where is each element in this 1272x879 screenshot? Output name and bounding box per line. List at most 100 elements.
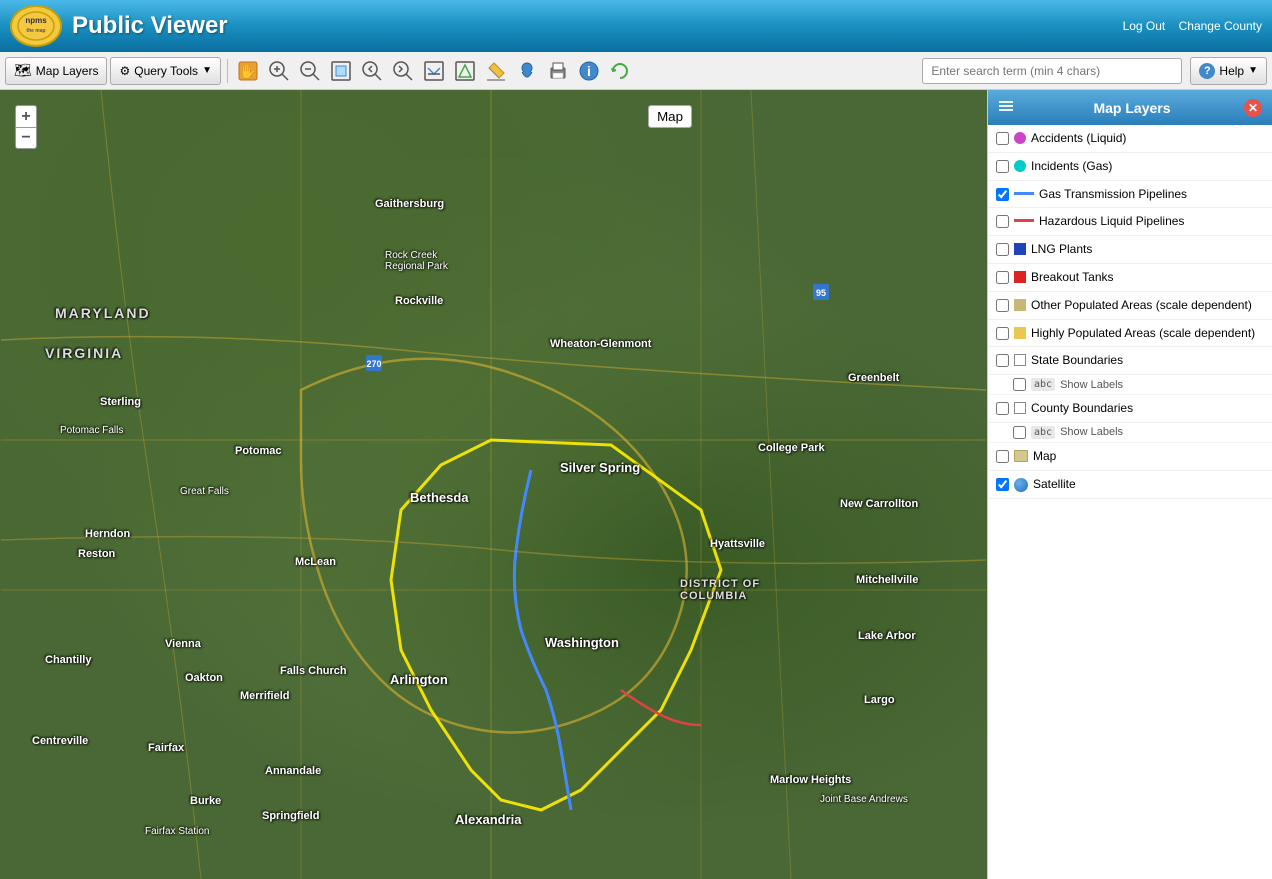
- layer-breakout-tanks-checkbox[interactable]: [996, 271, 1009, 284]
- layer-state-labels-checkbox[interactable]: [1013, 378, 1026, 391]
- header: npms the map Public Viewer Log Out Chang…: [0, 0, 1272, 52]
- layer-liquid-pipelines: Hazardous Liquid Pipelines: [988, 208, 1272, 236]
- map-layers-button[interactable]: 🗺 Map Layers: [5, 57, 107, 85]
- layer-map-label: Map: [1033, 448, 1264, 465]
- layers-panel: Map Layers ✕ Accidents (Liquid) Incident…: [987, 90, 1272, 879]
- layer-highly-populated: Highly Populated Areas (scale dependent): [988, 320, 1272, 348]
- layer-highly-populated-label: Highly Populated Areas (scale dependent): [1031, 325, 1264, 342]
- map-type-map-button[interactable]: Map: [649, 106, 691, 127]
- map-type-toggle: Map: [648, 105, 692, 128]
- print-button[interactable]: [544, 57, 572, 85]
- help-dropdown-icon: ▼: [1248, 65, 1258, 76]
- layer-gas-pipelines-icon: [1014, 192, 1034, 195]
- full-extent-button[interactable]: [327, 57, 355, 85]
- layer-lng-plants-checkbox[interactable]: [996, 243, 1009, 256]
- layer-gas-pipelines: Gas Transmission Pipelines: [988, 181, 1272, 209]
- layer-satellite: Satellite: [988, 471, 1272, 499]
- refresh-button[interactable]: [606, 57, 634, 85]
- separator-1: [227, 59, 228, 83]
- layer-breakout-tanks-icon: [1014, 271, 1026, 283]
- zoom-out-button[interactable]: [296, 57, 324, 85]
- logout-link[interactable]: Log Out: [1123, 19, 1166, 33]
- layer-highly-populated-checkbox[interactable]: [996, 327, 1009, 340]
- help-button[interactable]: ? Help ▼: [1190, 57, 1267, 85]
- layer-breakout-tanks-label: Breakout Tanks: [1031, 269, 1264, 286]
- query-select-button[interactable]: [451, 57, 479, 85]
- layer-state-labels: abc Show Labels: [988, 375, 1272, 395]
- layer-satellite-label: Satellite: [1033, 476, 1264, 493]
- layer-lng-plants: LNG Plants: [988, 236, 1272, 264]
- zoom-out-map-button[interactable]: −: [15, 127, 37, 149]
- layer-incidents-icon: [1014, 160, 1026, 172]
- layer-state-labels-label: Show Labels: [1060, 379, 1123, 391]
- toolbar: 🗺 Map Layers ⚙ Query Tools ▼ ✋: [0, 52, 1272, 90]
- county-labels-abc: abc: [1031, 426, 1055, 439]
- layer-liquid-pipelines-checkbox[interactable]: [996, 215, 1009, 228]
- layer-county-labels-label: Show Labels: [1060, 426, 1123, 438]
- layer-incidents: Incidents (Gas): [988, 153, 1272, 181]
- zoom-next-button[interactable]: [389, 57, 417, 85]
- layer-other-populated-checkbox[interactable]: [996, 299, 1009, 312]
- info-button[interactable]: i: [575, 57, 603, 85]
- logo: npms the map: [10, 5, 62, 47]
- change-county-link[interactable]: Change County: [1179, 19, 1262, 33]
- state-labels-abc: abc: [1031, 378, 1055, 391]
- layer-gas-pipelines-checkbox[interactable]: [996, 188, 1009, 201]
- header-links: Log Out Change County: [1113, 19, 1262, 33]
- pan-tool-button[interactable]: ✋: [234, 57, 262, 85]
- layer-county-boundaries-checkbox[interactable]: [996, 402, 1009, 415]
- layer-accidents-label: Accidents (Liquid): [1031, 130, 1264, 147]
- layer-state-boundaries-icon: [1014, 354, 1026, 366]
- main-area: 270 95 Washington Bethesda Silver Spring…: [0, 90, 1272, 879]
- clear-button[interactable]: [482, 57, 510, 85]
- query-tools-button[interactable]: ⚙ Query Tools ▼: [110, 57, 220, 85]
- map-container[interactable]: 270 95 Washington Bethesda Silver Spring…: [0, 90, 987, 879]
- layer-county-boundaries-label: County Boundaries: [1031, 400, 1264, 417]
- layers-panel-title: Map Layers: [1093, 100, 1170, 116]
- layers-icon: 🗺: [14, 62, 32, 79]
- svg-text:i: i: [587, 63, 591, 79]
- layer-lng-plants-icon: [1014, 243, 1026, 255]
- layer-county-labels-checkbox[interactable]: [1013, 426, 1026, 439]
- layer-state-boundaries: State Boundaries: [988, 347, 1272, 375]
- layer-breakout-tanks: Breakout Tanks: [988, 264, 1272, 292]
- layers-close-button[interactable]: ✕: [1244, 99, 1262, 117]
- zoom-in-map-button[interactable]: +: [15, 105, 37, 127]
- layers-panel-icon: [998, 98, 1014, 117]
- layer-map-checkbox[interactable]: [996, 450, 1009, 463]
- layer-highly-populated-icon: [1014, 327, 1026, 339]
- layer-accidents: Accidents (Liquid): [988, 125, 1272, 153]
- zoom-controls: + −: [15, 105, 37, 149]
- layer-other-populated-icon: [1014, 299, 1026, 311]
- zoom-previous-button[interactable]: [358, 57, 386, 85]
- layer-gas-pipelines-label: Gas Transmission Pipelines: [1039, 186, 1264, 203]
- svg-text:npms: npms: [25, 16, 47, 25]
- layer-county-labels: abc Show Labels: [988, 423, 1272, 443]
- app-title: Public Viewer: [72, 12, 1113, 40]
- layer-map-icon: [1014, 450, 1028, 462]
- layer-county-boundaries: County Boundaries: [988, 395, 1272, 423]
- street-view-button[interactable]: [513, 57, 541, 85]
- layer-accidents-checkbox[interactable]: [996, 132, 1009, 145]
- layer-satellite-icon: [1014, 478, 1028, 492]
- svg-text:the map: the map: [26, 28, 45, 34]
- layer-liquid-pipelines-label: Hazardous Liquid Pipelines: [1039, 213, 1264, 230]
- layer-incidents-checkbox[interactable]: [996, 160, 1009, 173]
- query-icon: ⚙: [119, 64, 130, 78]
- layer-state-boundaries-checkbox[interactable]: [996, 354, 1009, 367]
- dropdown-arrow-icon: ▼: [202, 65, 212, 76]
- layer-map: Map: [988, 443, 1272, 471]
- layer-accidents-icon: [1014, 132, 1026, 144]
- layer-satellite-checkbox[interactable]: [996, 478, 1009, 491]
- svg-text:✋: ✋: [239, 63, 256, 79]
- layer-other-populated: Other Populated Areas (scale dependent): [988, 292, 1272, 320]
- help-icon: ?: [1199, 63, 1215, 79]
- layer-county-boundaries-icon: [1014, 402, 1026, 414]
- search-input[interactable]: [922, 58, 1182, 84]
- layer-state-boundaries-label: State Boundaries: [1031, 352, 1264, 369]
- identify-button[interactable]: [420, 57, 448, 85]
- layer-lng-plants-label: LNG Plants: [1031, 241, 1264, 258]
- zoom-in-button[interactable]: [265, 57, 293, 85]
- layer-liquid-pipelines-icon: [1014, 219, 1034, 222]
- layer-other-populated-label: Other Populated Areas (scale dependent): [1031, 297, 1264, 314]
